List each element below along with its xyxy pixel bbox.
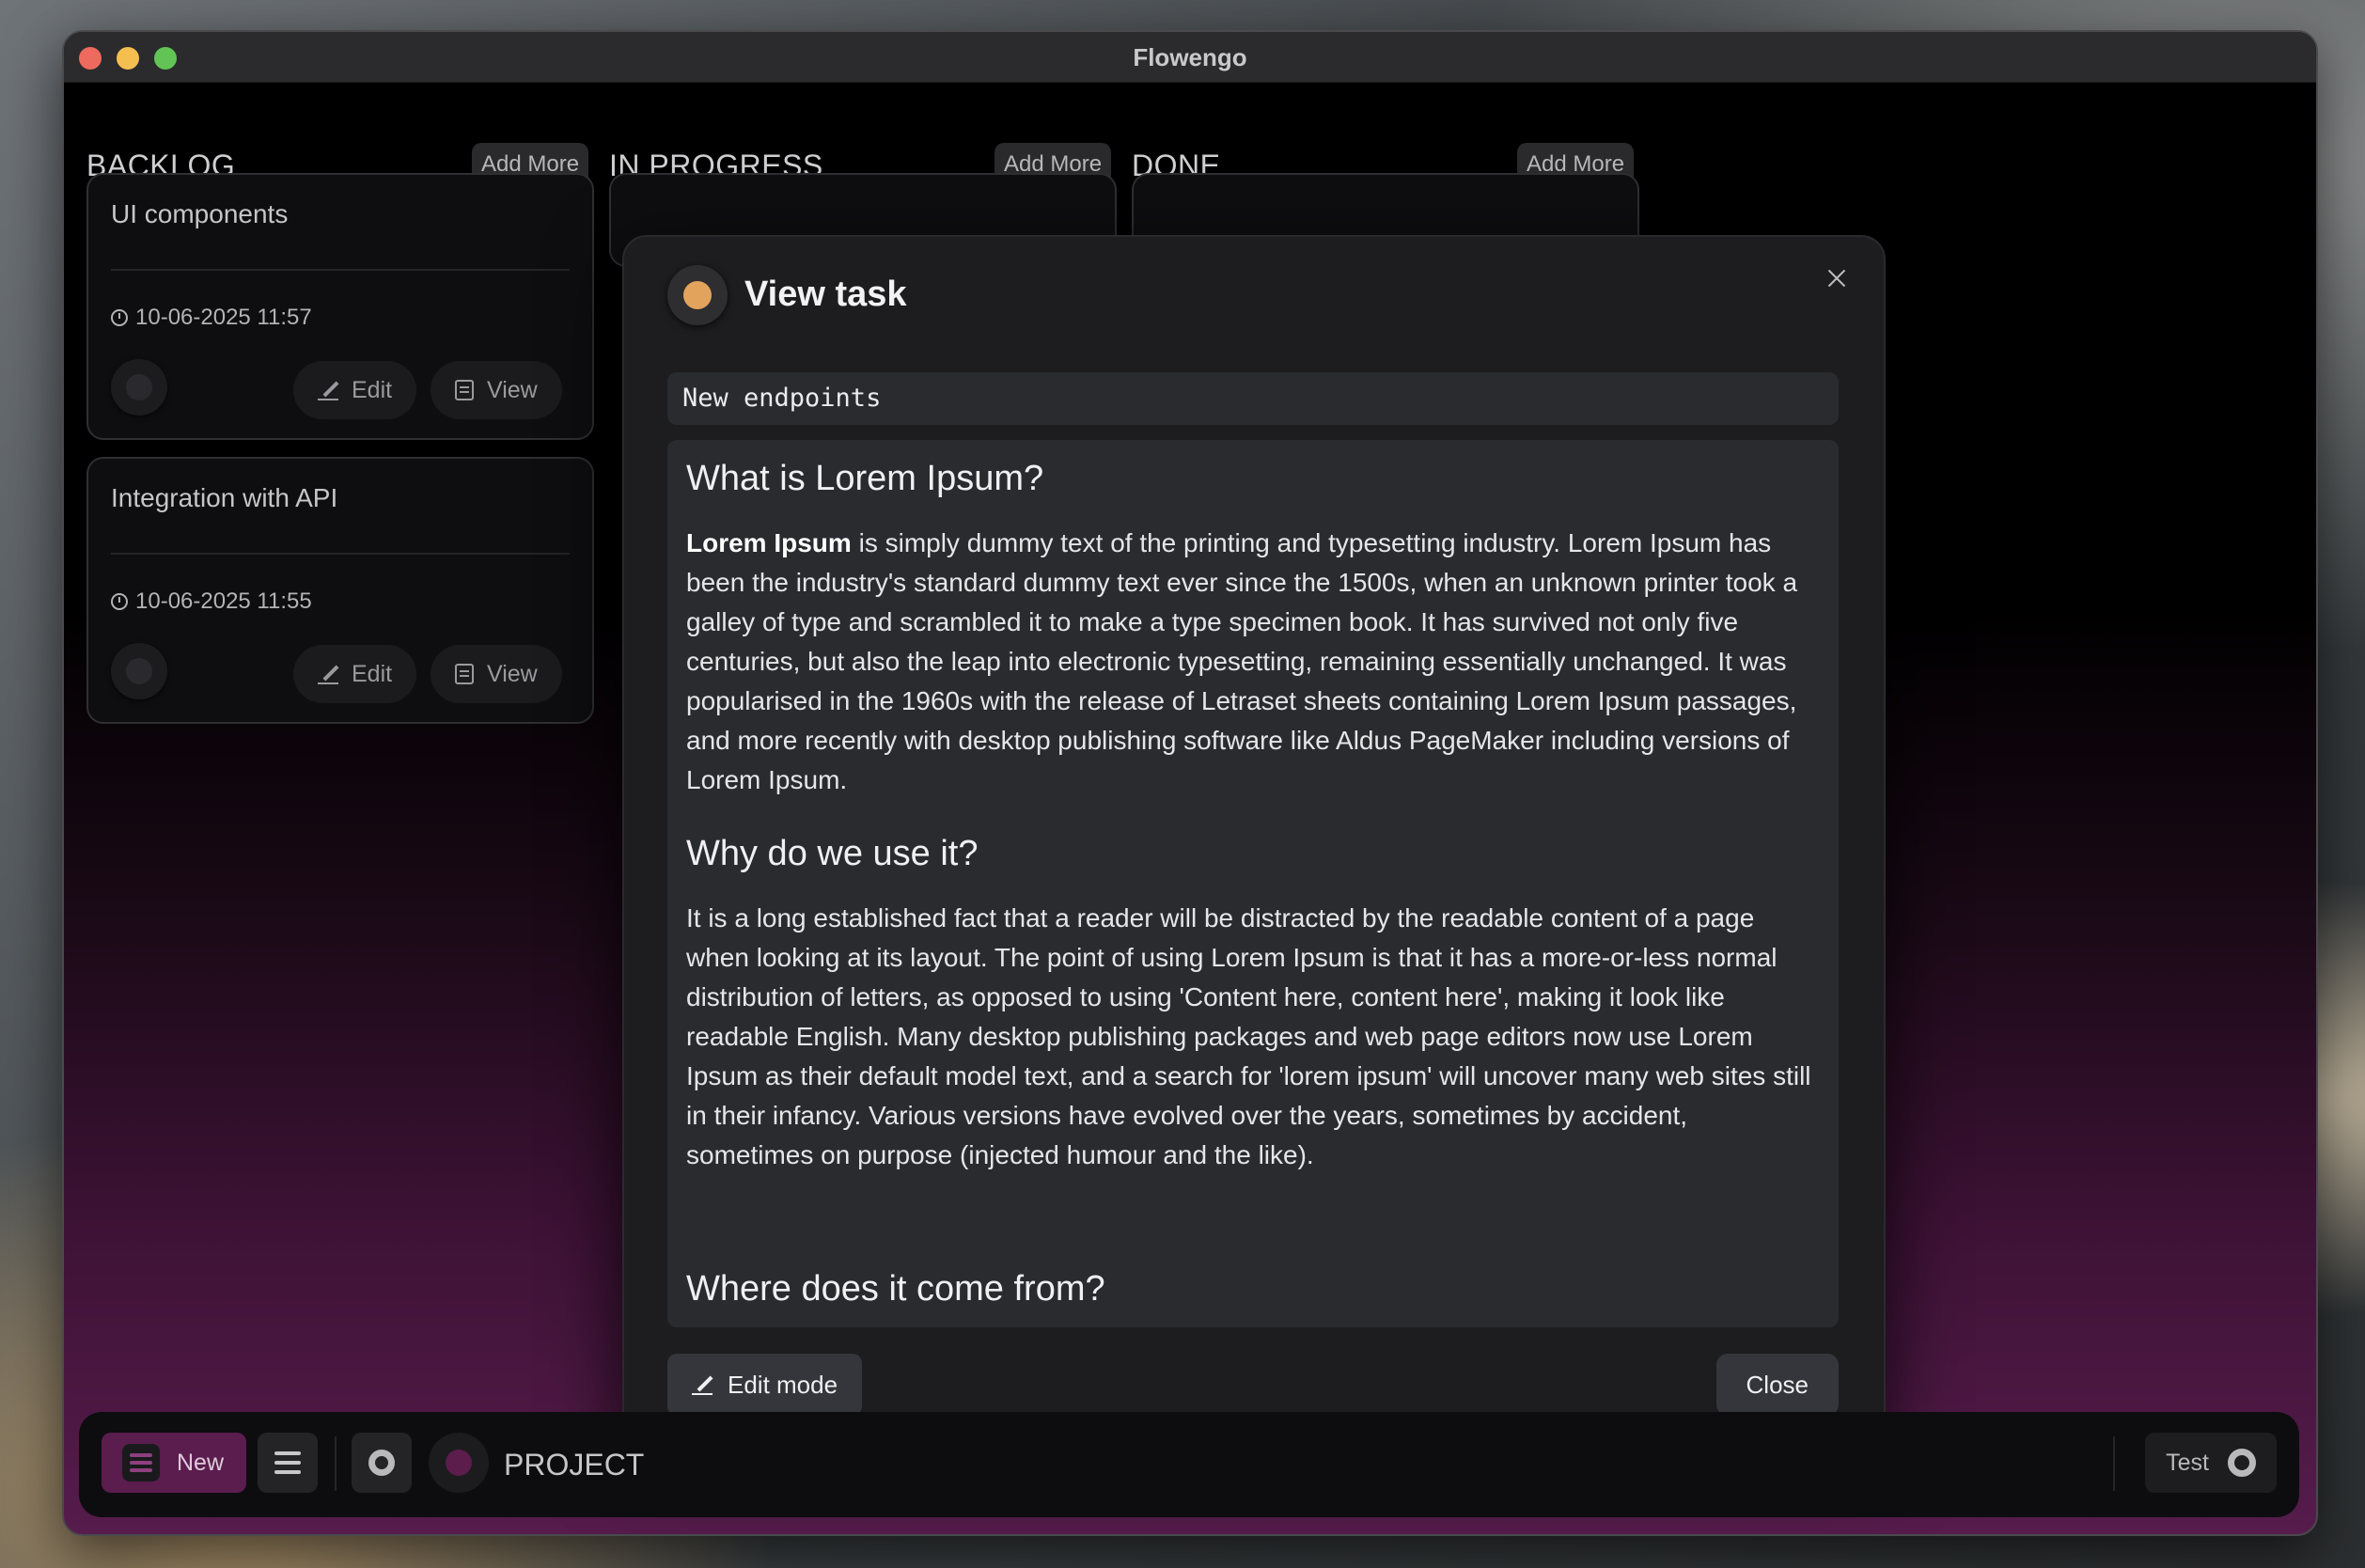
- status-avatar[interactable]: [111, 643, 167, 699]
- document-icon: [455, 664, 474, 684]
- edit-mode-label: Edit mode: [728, 1370, 838, 1399]
- card-date-text: 10-06-2025 11:57: [135, 305, 312, 330]
- clock-icon: [111, 593, 128, 610]
- card-date: 10-06-2025 11:55: [111, 588, 312, 615]
- task-card[interactable]: UI components 10-06-2025 11:57 Edit View: [86, 173, 594, 440]
- pencil-icon: [318, 664, 338, 684]
- card-divider: [111, 553, 570, 555]
- content-paragraph: It is a long established fact that a rea…: [686, 903, 1811, 1169]
- bottom-toolbar: New PROJECT Test: [79, 1412, 2299, 1517]
- close-icon[interactable]: [1818, 259, 1856, 297]
- app-logo-icon: [122, 1444, 160, 1482]
- project-label: PROJECT: [504, 1448, 645, 1482]
- view-label: View: [487, 660, 538, 687]
- view-button[interactable]: View: [431, 361, 562, 419]
- new-button[interactable]: New: [102, 1433, 247, 1493]
- clock-icon: [111, 309, 128, 326]
- task-description[interactable]: What is Lorem Ipsum? Lorem Ipsum is simp…: [667, 440, 1839, 1327]
- divider: [2113, 1436, 2115, 1491]
- menu-button[interactable]: [258, 1433, 318, 1493]
- status-avatar[interactable]: [111, 359, 167, 416]
- pencil-icon: [318, 380, 338, 400]
- view-label: View: [487, 376, 538, 403]
- card-divider: [111, 269, 570, 271]
- menu-icon: [274, 1451, 301, 1455]
- title-bar: Flowengo: [64, 32, 2316, 83]
- close-button[interactable]: Close: [1715, 1354, 1839, 1416]
- settings-button[interactable]: [352, 1433, 412, 1493]
- paragraph-text: is simply dummy text of the printing and…: [686, 528, 1798, 794]
- content-paragraph: Lorem Ipsum is simply dummy text of the …: [686, 524, 1820, 800]
- modal-title: View task: [744, 274, 907, 314]
- document-icon: [455, 380, 474, 400]
- edit-label: Edit: [352, 660, 393, 687]
- new-label: New: [177, 1449, 225, 1476]
- window-title: Flowengo: [1133, 43, 1247, 71]
- edit-label: Edit: [352, 376, 393, 403]
- view-task-modal: View task New endpoints What is Lorem Ip…: [622, 235, 1886, 1446]
- user-settings-button[interactable]: Test: [2145, 1433, 2277, 1493]
- app-window: Flowengo BACKLOG Add More IN PROGRESS Ad…: [62, 30, 2318, 1536]
- gear-icon: [2228, 1449, 2256, 1477]
- card-title: UI components: [111, 199, 289, 228]
- edit-button[interactable]: Edit: [293, 645, 417, 703]
- pencil-icon: [692, 1374, 713, 1395]
- project-avatar[interactable]: [429, 1433, 489, 1493]
- edit-button[interactable]: Edit: [293, 361, 417, 419]
- content-heading: Where does it come from?: [686, 1269, 1105, 1309]
- user-label: Test: [2166, 1449, 2209, 1476]
- bold-text: Lorem Ipsum: [686, 528, 852, 557]
- edit-mode-button[interactable]: Edit mode: [667, 1354, 863, 1416]
- task-card[interactable]: Integration with API 10-06-2025 11:55 Ed…: [86, 457, 594, 724]
- content-heading: Why do we use it?: [686, 834, 979, 873]
- view-button[interactable]: View: [431, 645, 562, 703]
- divider: [335, 1436, 337, 1491]
- card-date: 10-06-2025 11:57: [111, 305, 312, 331]
- card-date-text: 10-06-2025 11:55: [135, 588, 312, 614]
- gear-icon: [368, 1450, 395, 1476]
- task-name-field[interactable]: New endpoints: [667, 372, 1839, 425]
- status-dot-icon: [667, 265, 728, 325]
- content-heading: What is Lorem Ipsum?: [686, 459, 1044, 498]
- card-title: Integration with API: [111, 483, 338, 512]
